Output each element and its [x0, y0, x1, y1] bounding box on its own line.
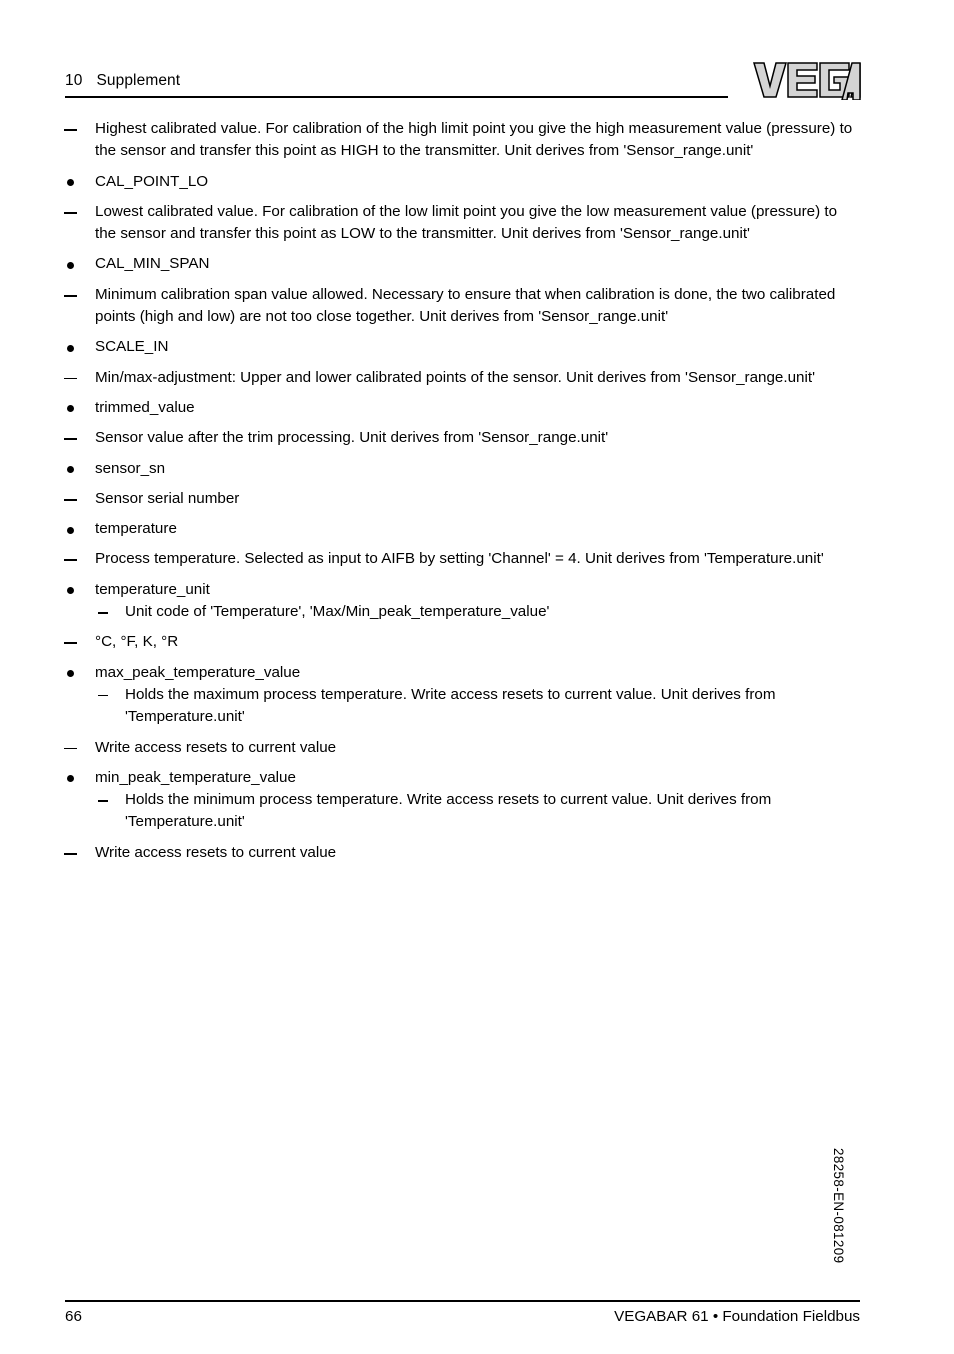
content-body: Highest calibrated value. For calibratio…: [0, 118, 954, 872]
dash-icon: [0, 601, 125, 623]
list-item-text: °C, °F, K, °R: [95, 633, 179, 651]
page-header: 10 Supplement: [0, 0, 954, 110]
dash-icon: [0, 367, 95, 389]
dash-icon: [0, 842, 95, 864]
bullet-icon: [0, 336, 95, 358]
sub-list: Holds the minimum process temperature. W…: [0, 789, 954, 834]
bullet-icon: [0, 458, 95, 480]
bullet-icon: [0, 767, 95, 789]
bullet-icon: [0, 518, 95, 540]
dash-icon: [0, 201, 95, 223]
list-item: Write access resets to current value: [0, 737, 954, 759]
bullet-icon: [0, 171, 95, 193]
sub-list: Unit code of 'Temperature', 'Max/Min_pea…: [0, 601, 954, 623]
list-item: Min/max-adjustment: Upper and lower cali…: [0, 367, 954, 389]
bullet-icon: [0, 253, 95, 275]
bullet-icon: [0, 397, 95, 419]
list-item: trimmed_value: [0, 397, 954, 419]
list-item: CAL_POINT_LO: [0, 171, 954, 193]
chapter-title: Supplement: [96, 72, 181, 89]
list-item: max_peak_temperature_value: [0, 662, 954, 684]
list-item-text: Process temperature. Selected as input t…: [95, 550, 824, 568]
list-item: Lowest calibrated value. For calibration…: [0, 201, 954, 246]
list-item-text: Min/max-adjustment: Upper and lower cali…: [95, 368, 815, 386]
list-item: SCALE_IN: [0, 336, 954, 358]
footer-divider: [65, 1300, 860, 1302]
list-item-text: CAL_MIN_SPAN: [95, 255, 210, 273]
vega-logo-icon: [753, 60, 861, 100]
list-item: sensor_sn: [0, 458, 954, 480]
list-item-text: Write access resets to current value: [95, 738, 337, 756]
list-item-text: SCALE_IN: [95, 338, 169, 356]
dash-icon: [0, 118, 95, 140]
header-divider: [65, 96, 728, 98]
list-item: °C, °F, K, °R: [0, 631, 954, 653]
document-revision-code: 28258-EN-081209: [831, 1148, 846, 1264]
list-item: min_peak_temperature_value: [0, 767, 954, 789]
dash-icon: [0, 737, 95, 759]
bullet-icon: [0, 579, 95, 601]
list-item-text: Sensor serial number: [95, 489, 240, 507]
list-item-text: Lowest calibrated value. For calibration…: [95, 202, 838, 243]
sub-list-item: Holds the maximum process temperature. W…: [0, 684, 954, 729]
dash-icon: [0, 789, 125, 811]
dash-icon: [0, 548, 95, 570]
list-item-text: Sensor value after the trim processing. …: [95, 429, 609, 447]
list-item: Minimum calibration span value allowed. …: [0, 284, 954, 329]
list-item: Sensor value after the trim processing. …: [0, 427, 954, 449]
list-item-text: min_peak_temperature_value: [95, 768, 296, 786]
list-item-text: trimmed_value: [95, 398, 195, 416]
document-page: 10 Supplement Highest calibrated value. F: [0, 0, 954, 1354]
list-item: Process temperature. Selected as input t…: [0, 548, 954, 570]
list-item: Sensor serial number: [0, 488, 954, 510]
bullet-icon: [0, 662, 95, 684]
dash-icon: [0, 684, 125, 706]
list-item-text: Minimum calibration span value allowed. …: [95, 285, 836, 326]
sub-list-item-text: Holds the minimum process temperature. W…: [125, 791, 772, 831]
footer-document-title: VEGABAR 61 • Foundation Fieldbus: [614, 1308, 860, 1325]
list-item-text: temperature_unit: [95, 580, 210, 598]
sub-list-item: Holds the minimum process temperature. W…: [0, 789, 954, 834]
dash-icon: [0, 427, 95, 449]
list-item: temperature_unit: [0, 579, 954, 601]
list-item: Highest calibrated value. For calibratio…: [0, 118, 954, 163]
list-item-text: sensor_sn: [95, 459, 166, 477]
dash-icon: [0, 631, 95, 653]
list-item: Write access resets to current value: [0, 842, 954, 864]
chapter-heading: 10 Supplement: [65, 72, 180, 90]
list-item: CAL_MIN_SPAN: [0, 253, 954, 275]
list-item-text: Write access resets to current value: [95, 843, 337, 861]
chapter-number: 10: [65, 72, 83, 89]
list-item-text: Highest calibrated value. For calibratio…: [95, 120, 853, 160]
sub-list-item-text: Holds the maximum process temperature. W…: [125, 685, 776, 726]
sub-list: Holds the maximum process temperature. W…: [0, 684, 954, 729]
dash-icon: [0, 488, 95, 510]
sub-list-item-text: Unit code of 'Temperature', 'Max/Min_pea…: [125, 603, 550, 621]
dash-icon: [0, 284, 95, 306]
list-item-text: temperature: [95, 520, 177, 538]
sub-list-item: Unit code of 'Temperature', 'Max/Min_pea…: [0, 601, 954, 623]
list-item: temperature: [0, 518, 954, 540]
list-item-text: max_peak_temperature_value: [95, 663, 301, 681]
list-item-text: CAL_POINT_LO: [95, 172, 209, 190]
